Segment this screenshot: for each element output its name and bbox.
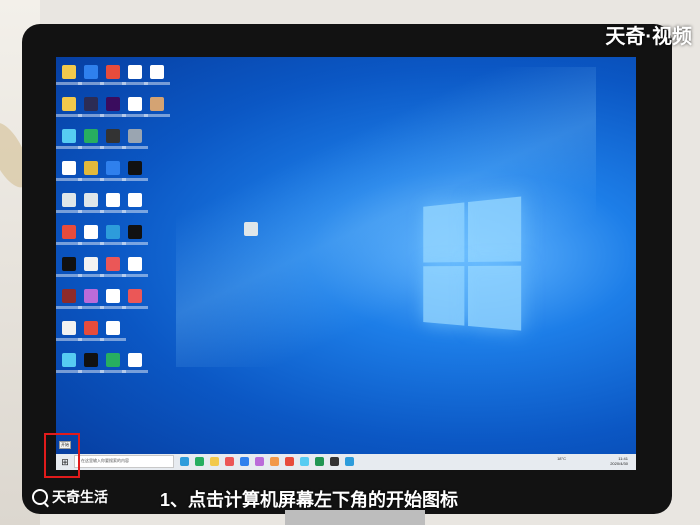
desktop-icon[interactable] [84, 161, 98, 175]
desktop-icon[interactable] [106, 161, 120, 175]
taskbar-clock[interactable]: 11:41 2020/4/30 [610, 456, 628, 466]
desktop-icon-label [122, 146, 148, 149]
taskbar-app-icon[interactable] [225, 457, 234, 466]
search-placeholder: 在这里输入你要搜索的内容 [81, 458, 129, 464]
brand-name: 天奇生活 [52, 487, 108, 507]
desktop-icon[interactable] [62, 97, 76, 111]
desktop-icon[interactable] [106, 257, 120, 271]
desktop-icon[interactable] [106, 225, 120, 239]
watermark: 天奇·视频 [605, 20, 692, 49]
taskbar-search-input[interactable]: 在这里输入你要搜索的内容 [74, 455, 174, 468]
desktop-icon[interactable] [128, 193, 142, 207]
taskbar-app-icon[interactable] [240, 457, 249, 466]
desktop-icon[interactable] [84, 257, 98, 271]
desktop-icon[interactable] [128, 161, 142, 175]
desktop-icon[interactable] [128, 97, 142, 111]
brand-logo: 天奇生活 [32, 487, 108, 507]
taskbar: ⊞ 在这里输入你要搜索的内容 18°C 11:41 2020/4/30 [56, 454, 636, 470]
desktop-icon[interactable] [150, 65, 164, 79]
desktop-icon[interactable] [62, 289, 76, 303]
taskbar-app-icon[interactable] [255, 457, 264, 466]
desktop-file-icon[interactable] [244, 222, 258, 236]
desktop-icon[interactable] [128, 353, 142, 367]
desktop-icon[interactable] [62, 193, 76, 207]
desktop-icon[interactable] [106, 289, 120, 303]
desktop-screen: 开始 ⊞ 在这里输入你要搜索的内容 18°C 11:41 2020/4/30 [56, 57, 636, 470]
taskbar-app-icon[interactable] [330, 457, 339, 466]
desktop-icon[interactable] [62, 161, 76, 175]
windows-wallpaper-logo [423, 196, 521, 342]
desktop-icon[interactable] [84, 97, 98, 111]
desktop-icon[interactable] [128, 257, 142, 271]
taskbar-app-icon[interactable] [270, 457, 279, 466]
desktop-icon-label [144, 82, 170, 85]
desktop-icon[interactable] [106, 321, 120, 335]
taskbar-app-icon[interactable] [195, 457, 204, 466]
desktop-icon[interactable] [106, 65, 120, 79]
desktop-icon-label [122, 210, 148, 213]
desktop-icon-label [122, 274, 148, 277]
desktop-icon[interactable] [84, 289, 98, 303]
taskbar-app-icon[interactable] [315, 457, 324, 466]
desktop-icon-label [122, 306, 148, 309]
clock-date: 2020/4/30 [610, 461, 628, 466]
desktop-icon[interactable] [128, 129, 142, 143]
instruction-caption: 1、点击计算机屏幕左下角的开始图标 [160, 486, 458, 512]
magnifier-logo-icon [32, 489, 48, 505]
taskbar-app-icon[interactable] [180, 457, 189, 466]
taskbar-app-icon[interactable] [210, 457, 219, 466]
desktop-icon[interactable] [84, 321, 98, 335]
start-button-highlight [44, 433, 80, 478]
taskbar-app-icon[interactable] [285, 457, 294, 466]
desktop-icon[interactable] [128, 289, 142, 303]
desktop-icon[interactable] [84, 129, 98, 143]
desktop-icon[interactable] [62, 353, 76, 367]
desktop-icon-label [122, 370, 148, 373]
desktop-icon[interactable] [150, 97, 164, 111]
desktop-icon[interactable] [84, 353, 98, 367]
weather-tray[interactable]: 18°C [557, 456, 566, 461]
desktop-icon[interactable] [84, 225, 98, 239]
desktop-icon[interactable] [62, 257, 76, 271]
monitor-stand [285, 510, 425, 525]
desktop-icon[interactable] [62, 65, 76, 79]
desktop-icon[interactable] [62, 321, 76, 335]
desktop-icon[interactable] [106, 97, 120, 111]
desktop-icon[interactable] [62, 129, 76, 143]
desktop-icon[interactable] [128, 225, 142, 239]
taskbar-app-icon[interactable] [345, 457, 354, 466]
desktop-icon-label [144, 114, 170, 117]
desktop-icon-label [122, 242, 148, 245]
desktop-icon[interactable] [106, 353, 120, 367]
desktop-icon[interactable] [106, 193, 120, 207]
desktop-icon[interactable] [84, 65, 98, 79]
desktop-icon[interactable] [62, 225, 76, 239]
desktop-icon[interactable] [128, 65, 142, 79]
wallpaper-light-beam [176, 67, 596, 367]
taskbar-app-icon[interactable] [300, 457, 309, 466]
desktop-icon[interactable] [106, 129, 120, 143]
desktop-icon[interactable] [84, 193, 98, 207]
desktop-icon-label [122, 178, 148, 181]
desktop-icon-label [100, 338, 126, 341]
